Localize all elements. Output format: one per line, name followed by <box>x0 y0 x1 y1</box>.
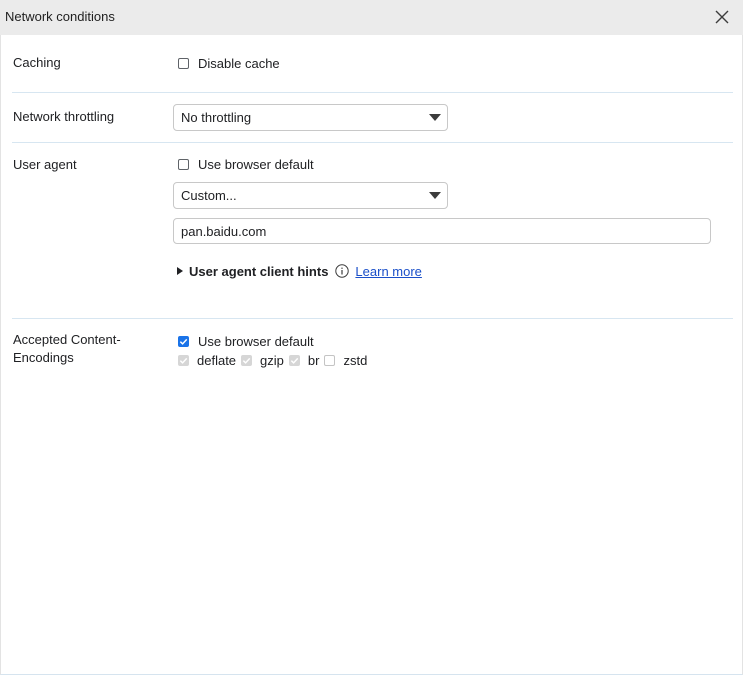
client-hints-label[interactable]: User agent client hints <box>189 264 328 279</box>
client-hints-row: User agent client hints Learn more <box>177 262 422 280</box>
gzip-label: gzip <box>260 352 284 368</box>
encodings-default-checkbox[interactable] <box>178 335 189 347</box>
disable-cache-label: Disable cache <box>198 55 280 71</box>
user-agent-default-option[interactable]: Use browser default <box>178 155 314 173</box>
learn-more-link[interactable]: Learn more <box>355 264 421 279</box>
throttling-label: Network throttling <box>13 109 115 124</box>
zstd-label: zstd <box>343 352 368 368</box>
encodings-default-option[interactable]: Use browser default <box>178 332 314 350</box>
user-agent-input[interactable] <box>173 218 711 244</box>
divider <box>12 318 733 319</box>
window-title: Network conditions <box>5 9 115 24</box>
title-bar: Network conditions <box>0 0 743 35</box>
user-agent-default-label: Use browser default <box>198 156 314 172</box>
disable-cache-checkbox[interactable] <box>178 57 189 69</box>
encodings-default-label: Use browser default <box>198 333 314 349</box>
user-agent-label: User agent <box>13 157 77 172</box>
close-button[interactable] <box>707 3 737 31</box>
deflate-checkbox[interactable] <box>178 354 189 366</box>
close-icon <box>715 10 729 24</box>
br-label: br <box>307 352 320 368</box>
gzip-checkbox[interactable] <box>241 354 253 366</box>
info-icon <box>335 264 350 278</box>
br-checkbox[interactable] <box>288 354 300 366</box>
expand-triangle-icon[interactable] <box>177 267 183 275</box>
divider <box>12 142 733 143</box>
caching-label: Caching <box>13 55 61 70</box>
disable-cache-option[interactable]: Disable cache <box>178 54 280 72</box>
encodings-options: deflate gzip br zstd <box>178 351 372 369</box>
user-agent-select[interactable]: Custom... <box>173 182 448 209</box>
network-conditions-panel: Caching Disable cache Network throttling… <box>0 35 743 675</box>
deflate-label: deflate <box>197 352 237 368</box>
encodings-label: Accepted Content-Encodings <box>13 332 121 365</box>
user-agent-default-checkbox[interactable] <box>178 158 189 170</box>
divider <box>12 92 733 93</box>
zstd-checkbox[interactable] <box>324 354 336 366</box>
dropdown-caret-icon <box>429 114 441 121</box>
dropdown-caret-icon <box>429 192 441 199</box>
throttling-value: No throttling <box>181 110 252 125</box>
user-agent-select-value: Custom... <box>181 188 237 203</box>
throttling-select[interactable]: No throttling <box>173 104 448 131</box>
